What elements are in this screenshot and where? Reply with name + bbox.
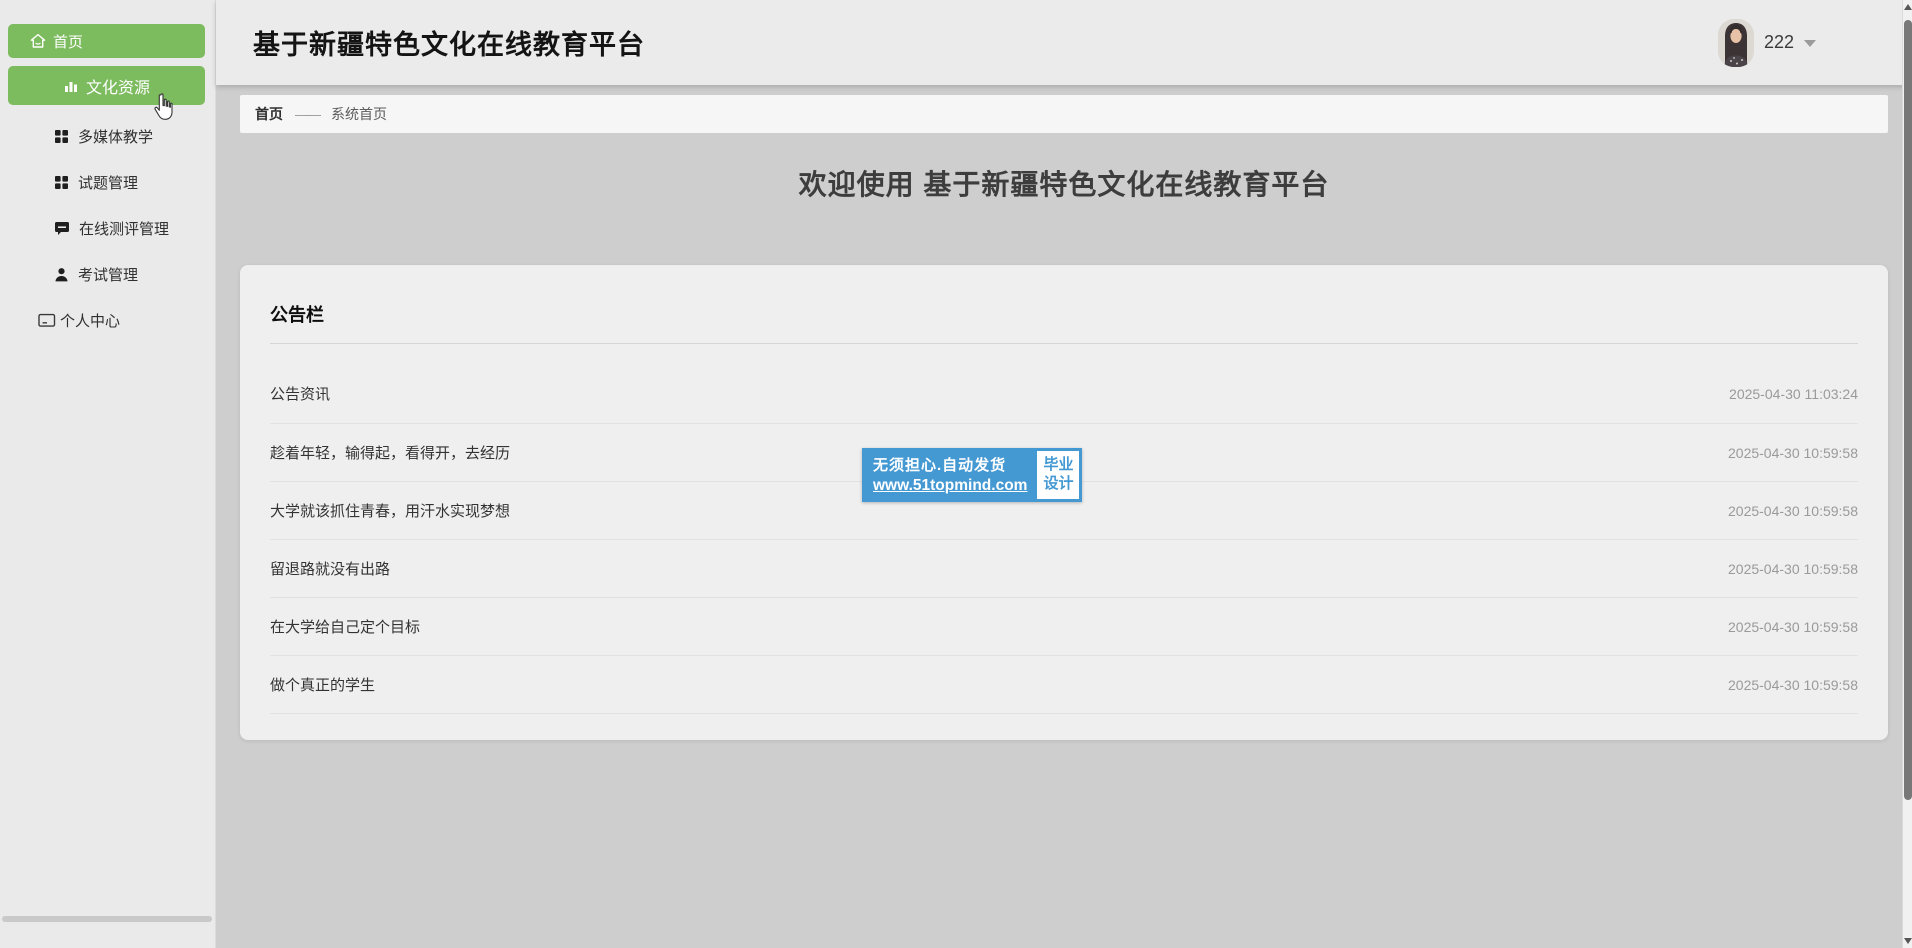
announcement-date: 2025-04-30 10:59:58 xyxy=(1728,677,1858,693)
sidebar-item-label: 多媒体教学 xyxy=(78,126,153,147)
sidebar-item-exam-management[interactable]: 考试管理 xyxy=(0,251,215,297)
sidebar: 首页 文化资源 xyxy=(0,0,216,948)
watermark-badge: 无须担心.自动发货 www.51topmind.com 毕业 设计 xyxy=(862,448,1082,502)
announcement-title: 趁着年轻，输得起，看得开，去经历 xyxy=(270,442,510,463)
announcement-title: 大学就该抓住青春，用汗水实现梦想 xyxy=(270,500,510,521)
announcement-title: 在大学给自己定个目标 xyxy=(270,616,420,637)
scroll-down-arrow[interactable] xyxy=(1903,934,1912,948)
board-title-divider xyxy=(270,343,1858,344)
grid-icon xyxy=(54,175,69,190)
user-menu[interactable]: 222 xyxy=(1718,19,1816,67)
sidebar-item-online-evaluation[interactable]: 在线测评管理 xyxy=(0,205,215,251)
breadcrumb: 首页 —— 系统首页 xyxy=(240,95,1888,133)
app-window: 首页 文化资源 xyxy=(0,0,1912,948)
announcement-date: 2025-04-30 10:59:58 xyxy=(1728,503,1858,519)
announcement-card: 公告栏 公告资讯 2025-04-30 11:03:24 趁着年轻，输得起，看得… xyxy=(240,265,1888,740)
announcement-date: 2025-04-30 10:59:58 xyxy=(1728,445,1858,461)
watermark-tag-line: 毕业 xyxy=(1043,456,1073,475)
announcement-list: 公告资讯 2025-04-30 11:03:24 趁着年轻，输得起，看得开，去经… xyxy=(270,356,1858,714)
watermark-slogan: 无须担心.自动发货 xyxy=(873,454,1027,475)
announcement-row[interactable]: 公告资讯 2025-04-30 11:03:24 xyxy=(270,356,1858,424)
sidebar-item-label: 个人中心 xyxy=(60,310,120,331)
watermark-tag: 毕业 设计 xyxy=(1037,451,1079,499)
sidebar-divider xyxy=(2,916,212,922)
card-icon xyxy=(38,313,56,328)
announcement-title: 留退路就没有出路 xyxy=(270,558,390,579)
main-content: 首页 —— 系统首页 欢迎使用 基于新疆特色文化在线教育平台 公告栏 公告资讯 … xyxy=(216,85,1912,948)
user-icon xyxy=(54,267,69,282)
watermark-tag-line: 设计 xyxy=(1043,475,1073,494)
sidebar-item-question-management[interactable]: 试题管理 xyxy=(0,159,215,205)
announcement-date: 2025-04-30 10:59:58 xyxy=(1728,619,1858,635)
header: 基于新疆特色文化在线教育平台 222 xyxy=(216,0,1912,85)
announcement-title: 公告资讯 xyxy=(270,383,330,404)
watermark-url: www.51topmind.com xyxy=(873,477,1027,495)
breadcrumb-current: 系统首页 xyxy=(331,104,387,124)
comment-icon xyxy=(54,221,70,236)
sidebar-item-label: 文化资源 xyxy=(86,74,150,98)
breadcrumb-home-link[interactable]: 首页 xyxy=(255,104,283,124)
sidebar-item-home[interactable]: 首页 xyxy=(8,24,205,58)
sidebar-item-personal-center[interactable]: 个人中心 xyxy=(0,297,215,343)
sidebar-menu: 多媒体教学 试题管理 xyxy=(0,113,215,343)
announcement-row[interactable]: 在大学给自己定个目标 2025-04-30 10:59:58 xyxy=(270,598,1858,656)
sidebar-item-multimedia[interactable]: 多媒体教学 xyxy=(0,113,215,159)
scroll-up-arrow[interactable] xyxy=(1903,0,1912,14)
welcome-heading: 欢迎使用 基于新疆特色文化在线教育平台 xyxy=(240,163,1888,203)
username: 222 xyxy=(1764,32,1794,53)
sidebar-item-label: 考试管理 xyxy=(78,264,138,285)
scrollbar-thumb[interactable] xyxy=(1904,20,1912,800)
announcement-title: 做个真正的学生 xyxy=(270,674,375,695)
announcement-row[interactable]: 留退路就没有出路 2025-04-30 10:59:58 xyxy=(270,540,1858,598)
sidebar-item-label: 在线测评管理 xyxy=(79,218,169,239)
watermark-text: 无须担心.自动发货 www.51topmind.com xyxy=(865,451,1035,499)
sidebar-item-culture-resources[interactable]: 文化资源 xyxy=(8,66,205,105)
page-title: 基于新疆特色文化在线教育平台 xyxy=(253,23,645,62)
breadcrumb-separator: —— xyxy=(295,106,319,122)
announcement-row[interactable]: 做个真正的学生 2025-04-30 10:59:58 xyxy=(270,656,1858,714)
announcement-date: 2025-04-30 11:03:24 xyxy=(1729,386,1858,402)
grid-icon xyxy=(54,129,69,144)
bar-chart-icon xyxy=(63,78,79,94)
sidebar-item-label: 试题管理 xyxy=(78,172,138,193)
announcement-date: 2025-04-30 10:59:58 xyxy=(1728,561,1858,577)
sidebar-item-label: 首页 xyxy=(53,31,83,52)
board-title: 公告栏 xyxy=(270,265,1858,327)
home-icon xyxy=(30,33,46,49)
scrollbar[interactable] xyxy=(1902,0,1912,948)
chevron-down-icon xyxy=(1804,40,1816,47)
avatar[interactable] xyxy=(1718,19,1754,67)
